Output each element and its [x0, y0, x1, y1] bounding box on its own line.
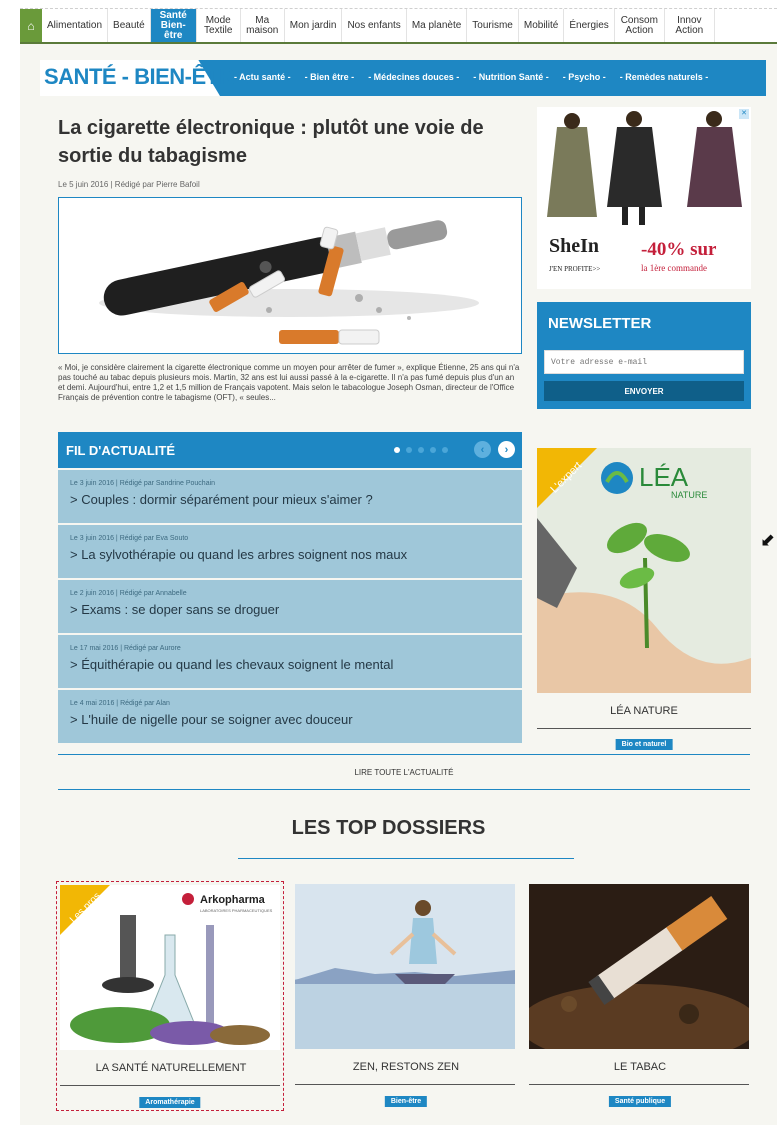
subnav-bien-etre[interactable]: - Bien être -	[305, 72, 355, 82]
ad-discount: -40% sur	[641, 239, 717, 260]
divider	[529, 1084, 749, 1085]
subnav-nutrition-sante[interactable]: - Nutrition Santé -	[473, 72, 549, 82]
news-item-title[interactable]: > Équithérapie ou quand les chevaux soig…	[70, 657, 510, 672]
chevron-left-icon[interactable]: ‹	[474, 441, 491, 458]
dossier-label[interactable]: LE TABAC	[526, 1061, 754, 1073]
news-item-meta: Le 2 juin 2016 | Rédigé par Annabelle	[70, 590, 187, 597]
divider	[238, 858, 574, 859]
carousel-dot-3[interactable]	[418, 447, 424, 453]
expert-brand-sub: NATURE	[671, 490, 707, 500]
dossier-label[interactable]: LA SANTÉ NATURELLEMENT	[57, 1062, 285, 1074]
nav-innov-action[interactable]: Innov Action	[665, 9, 715, 42]
divider	[537, 728, 751, 729]
list-item[interactable]: Le 4 mai 2016 | Rédigé par Alan > L'huil…	[58, 690, 522, 743]
news-item-title[interactable]: > Exams : se doper sans se droguer	[70, 602, 510, 617]
list-item[interactable]: Le 17 mai 2016 | Rédigé par Aurore > Équ…	[58, 635, 522, 688]
news-item-meta: Le 3 juin 2016 | Rédigé par Eva Souto	[70, 535, 189, 542]
nav-energies[interactable]: Énergies	[564, 9, 615, 42]
news-item-meta: Le 4 mai 2016 | Rédigé par Alan	[70, 700, 170, 707]
nav-alimentation[interactable]: Alimentation	[42, 9, 109, 42]
nav-consom-action[interactable]: Consom Action	[615, 9, 665, 42]
article-image[interactable]	[58, 197, 522, 354]
expert-brand: LÉA	[639, 462, 689, 492]
subnav-remedes-naturels[interactable]: - Remèdes naturels -	[620, 72, 709, 82]
chevron-right-icon[interactable]: ›	[498, 441, 515, 458]
section-title[interactable]: SANTÉ - BIEN-ÊTRE	[44, 64, 249, 90]
nav-ma-planete[interactable]: Ma planète	[407, 9, 468, 42]
expert-card-image[interactable]: L'expert LÉA NATURE	[537, 448, 751, 693]
newsletter-submit-button[interactable]: ENVOYER	[544, 381, 744, 401]
subnav-actu-sante[interactable]: - Actu santé -	[234, 72, 291, 82]
carousel-dot-1[interactable]	[394, 447, 400, 453]
nav-nos-enfants[interactable]: Nos enfants	[342, 9, 407, 42]
category-badge[interactable]: Bien-être	[384, 1096, 428, 1107]
nav-beaute[interactable]: Beauté	[108, 9, 151, 42]
news-feed-title: FIL D'ACTUALITÉ	[66, 443, 176, 458]
dossier-card[interactable]: LE TABAC Santé publique	[526, 881, 754, 1111]
dossier-brand: Arkopharma	[200, 894, 266, 906]
home-icon[interactable]: ⌂	[20, 9, 42, 42]
news-feed-list: Le 3 juin 2016 | Rédigé par Sandrine Pou…	[58, 470, 522, 745]
dossier-card[interactable]: ZEN, RESTONS ZEN Bien-être	[292, 881, 520, 1111]
cursor-icon: ⬋	[760, 530, 776, 550]
nav-mon-jardin[interactable]: Mon jardin	[285, 9, 343, 42]
article-meta: Le 5 juin 2016 | Rédigé par Pierre Bafoi…	[58, 180, 200, 189]
dossier-brand-sub: LABORATOIRES PHARMACEUTIQUES	[200, 908, 273, 913]
section-subnav: - Actu santé - - Bien être - - Médecines…	[234, 72, 708, 82]
newsletter-title: NEWSLETTER	[548, 315, 652, 332]
news-item-title[interactable]: > Couples : dormir séparément pour mieux…	[70, 492, 510, 507]
dossier-label[interactable]: ZEN, RESTONS ZEN	[292, 1061, 520, 1073]
ad-brand: SheIn	[549, 235, 600, 257]
carousel-dot-2[interactable]	[406, 447, 412, 453]
ad-cta[interactable]: J'EN PROFITE>>	[549, 265, 600, 273]
dossier-image[interactable]: Les pros Arkopharma LABORATOIRES PHARMAC…	[60, 885, 280, 1050]
nav-sante-bien-etre[interactable]: Santé Bien-être	[150, 9, 197, 42]
news-item-meta: Le 17 mai 2016 | Rédigé par Aurore	[70, 645, 181, 652]
expert-label[interactable]: LÉA NATURE	[537, 705, 751, 717]
category-badge[interactable]: Aromathérapie	[139, 1097, 201, 1108]
dossier-image[interactable]	[529, 884, 749, 1049]
list-item[interactable]: Le 3 juin 2016 | Rédigé par Sandrine Pou…	[58, 470, 522, 523]
advertisement[interactable]: ✕ SheIn J'EN PROFITE>> -40% sur la 1ère …	[537, 107, 751, 289]
list-item[interactable]: Le 3 juin 2016 | Rédigé par Eva Souto > …	[58, 525, 522, 578]
nav-ma-maison[interactable]: Ma maison	[241, 9, 285, 42]
news-item-title[interactable]: > L'huile de nigelle pour se soigner ave…	[70, 712, 510, 727]
nav-mode-textile[interactable]: Mode Textile	[197, 9, 241, 42]
carousel-dot-4[interactable]	[430, 447, 436, 453]
email-field[interactable]	[544, 350, 744, 374]
top-navigation: ⌂ Alimentation Beauté Santé Bien-être Mo…	[20, 8, 777, 44]
ad-subtitle: la 1ère commande	[641, 263, 707, 273]
article-excerpt: « Moi, je considère clairement la cigare…	[58, 363, 520, 402]
divider	[295, 1084, 515, 1085]
subnav-medecines-douces[interactable]: - Médecines douces -	[368, 72, 459, 82]
news-item-title[interactable]: > La sylvothérapie ou quand les arbres s…	[70, 547, 510, 562]
nav-mobilite[interactable]: Mobilité	[519, 9, 565, 42]
divider	[60, 1085, 280, 1086]
article-title[interactable]: La cigarette électronique : plutôt une v…	[58, 114, 518, 170]
carousel-dot-5[interactable]	[442, 447, 448, 453]
news-item-meta: Le 3 juin 2016 | Rédigé par Sandrine Pou…	[70, 480, 216, 487]
carousel-dots	[394, 447, 448, 453]
ad-choices-icon[interactable]: ✕	[739, 109, 749, 119]
category-badge[interactable]: Santé publique	[608, 1096, 672, 1107]
top-dossiers-title: LES TOP DOSSIERS	[291, 817, 486, 839]
subnav-psycho[interactable]: - Psycho -	[563, 72, 606, 82]
category-badge[interactable]: Bio et naturel	[615, 739, 673, 750]
nav-tourisme[interactable]: Tourisme	[467, 9, 519, 42]
list-item[interactable]: Le 2 juin 2016 | Rédigé par Annabelle > …	[58, 580, 522, 633]
dossier-card[interactable]: Les pros Arkopharma LABORATOIRES PHARMAC…	[56, 881, 284, 1111]
read-all-news-link[interactable]: LIRE TOUTE L'ACTUALITÉ	[58, 754, 750, 790]
dossier-image[interactable]	[295, 884, 515, 1049]
